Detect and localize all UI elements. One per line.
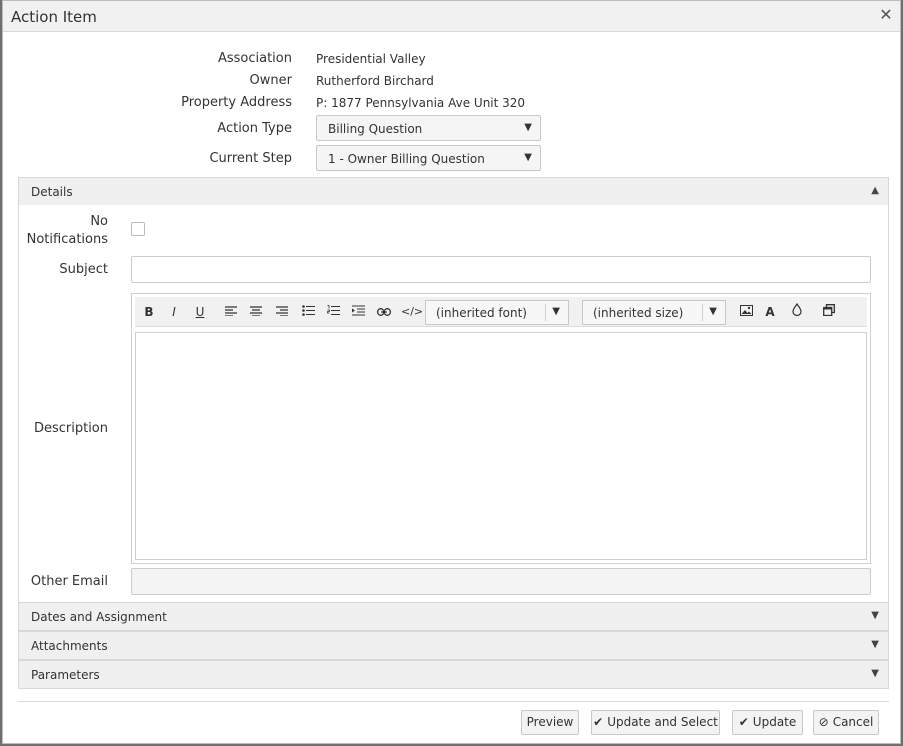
cancel-button-label: Cancel [832, 715, 874, 729]
align-left-icon[interactable] [222, 303, 240, 321]
action-type-select[interactable]: Billing Question ▼ [316, 115, 541, 141]
font-family-value: (inherited font) [436, 306, 527, 320]
numbered-list-icon[interactable] [324, 303, 342, 321]
dropdown-arrow-icon: ▼ [524, 122, 532, 133]
footer-divider [18, 701, 889, 702]
current-step-value: 1 - Owner Billing Question [328, 152, 485, 166]
dialog-title: Action Item [11, 8, 97, 26]
details-panel-header[interactable]: Details ▲ [18, 177, 889, 206]
text-color-button[interactable]: A [761, 303, 779, 321]
dates-assignment-panel-header[interactable]: Dates and Assignment ▼ [18, 602, 889, 631]
description-label: Description [33, 421, 108, 436]
details-panel-title: Details [31, 185, 73, 199]
caret-down-icon: ▼ [871, 668, 879, 679]
select-separator [702, 304, 703, 321]
association-label: Association [217, 51, 292, 66]
view-html-icon[interactable] [820, 303, 838, 321]
no-notifications-label-line2: Notifications [26, 232, 108, 247]
font-size-value: (inherited size) [593, 306, 684, 320]
action-type-value: Billing Question [328, 122, 423, 136]
update-button-label: Update [752, 715, 797, 729]
no-notifications-label-line1: No [90, 214, 108, 229]
font-family-select[interactable]: (inherited font) ▼ [425, 300, 569, 325]
action-item-dialog: Action Item ✕ Association Presidential V… [2, 0, 901, 744]
association-value: Presidential Valley [316, 52, 426, 66]
align-right-icon[interactable] [273, 303, 291, 321]
dropdown-arrow-icon: ▼ [709, 306, 717, 317]
update-and-select-label: Update and Select [607, 715, 718, 729]
link-icon[interactable] [375, 303, 393, 321]
update-and-select-button[interactable]: ✔ Update and Select [591, 710, 720, 735]
font-size-select[interactable]: (inherited size) ▼ [582, 300, 726, 325]
preview-button[interactable]: Preview [521, 710, 579, 735]
parameters-panel-header[interactable]: Parameters ▼ [18, 660, 889, 689]
other-email-input[interactable] [131, 568, 871, 595]
description-edit-area[interactable] [135, 332, 867, 560]
current-step-label: Current Step [209, 151, 292, 166]
subject-label: Subject [59, 262, 108, 277]
owner-label: Owner [249, 73, 292, 88]
background-color-icon[interactable] [788, 302, 806, 321]
attachments-panel-title: Attachments [31, 639, 108, 653]
insert-image-icon[interactable] [737, 303, 755, 321]
attachments-panel-header[interactable]: Attachments ▼ [18, 631, 889, 660]
action-type-label: Action Type [217, 121, 292, 136]
property-address-label: Property Address [181, 95, 292, 110]
owner-value: Rutherford Birchard [316, 74, 434, 88]
italic-button[interactable]: I [165, 303, 183, 321]
check-icon: ✔ [738, 715, 749, 729]
preview-button-label: Preview [526, 715, 574, 729]
indent-icon[interactable] [349, 303, 367, 321]
cancel-button[interactable]: ⊘ Cancel [813, 710, 879, 735]
dropdown-arrow-icon: ▼ [552, 306, 560, 317]
no-notifications-label: No Notifications [18, 213, 108, 249]
dialog-titlebar: Action Item ✕ [3, 1, 900, 32]
current-step-select[interactable]: 1 - Owner Billing Question ▼ [316, 145, 541, 171]
align-center-icon[interactable] [247, 303, 265, 321]
check-icon: ✔ [593, 715, 604, 729]
cancel-icon: ⊘ [818, 715, 829, 729]
update-button[interactable]: ✔ Update [732, 710, 803, 735]
subject-input[interactable] [131, 256, 871, 283]
caret-down-icon: ▼ [871, 639, 879, 650]
dates-assignment-panel-title: Dates and Assignment [31, 610, 167, 624]
bulleted-list-icon[interactable] [299, 303, 317, 321]
bold-button[interactable]: B [140, 303, 158, 321]
close-icon[interactable]: ✕ [878, 7, 894, 23]
description-editor: B I U </> (inherited font) ▼ (inherited … [131, 293, 871, 564]
select-separator [545, 304, 546, 321]
caret-down-icon: ▼ [871, 610, 879, 621]
underline-button[interactable]: U [191, 303, 209, 321]
property-address-value: P: 1877 Pennsylvania Ave Unit 320 [316, 96, 526, 110]
no-notifications-checkbox[interactable] [131, 222, 145, 236]
code-icon[interactable]: </> [401, 303, 423, 321]
dropdown-arrow-icon: ▼ [524, 152, 532, 163]
caret-up-icon: ▲ [871, 185, 879, 196]
other-email-label: Other Email [30, 574, 108, 589]
editor-toolbar: B I U </> (inherited font) ▼ (inherited … [135, 297, 867, 327]
parameters-panel-title: Parameters [31, 668, 100, 682]
